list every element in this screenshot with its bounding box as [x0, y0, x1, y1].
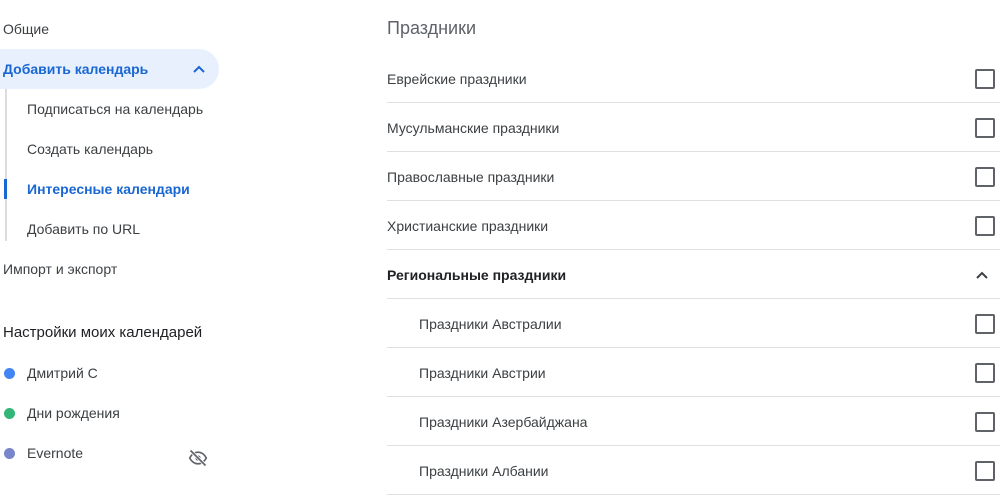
calendar-name: Evernote [27, 445, 84, 461]
checkbox[interactable] [975, 363, 995, 383]
list-item-muslim-holidays[interactable]: Мусульманские праздники [387, 104, 1000, 152]
list-item-label: Мусульманские праздники [387, 120, 560, 136]
checkbox[interactable] [975, 216, 995, 236]
list-item-albania-holidays[interactable]: Праздники Албании [387, 447, 1000, 495]
submenu-active-indicator [4, 179, 7, 199]
list-item-austria-holidays[interactable]: Праздники Австрии [387, 349, 1000, 397]
nav-subscribe-calendar[interactable]: Подписаться на календарь [27, 89, 203, 129]
chevron-up-icon[interactable] [972, 265, 992, 285]
list-item-label: Христианские праздники [387, 218, 549, 234]
nav-import-export-label: Импорт и экспорт [3, 261, 118, 277]
regional-holidays-title: Региональные праздники [387, 267, 567, 283]
regional-holidays-header[interactable]: Региональные праздники [387, 251, 1000, 299]
list-item-label: Праздники Азербайджана [419, 414, 588, 430]
list-item-orthodox-holidays[interactable]: Православные праздники [387, 153, 1000, 201]
visibility-off-icon[interactable] [188, 443, 208, 467]
checkbox[interactable] [975, 412, 995, 432]
nav-add-by-url[interactable]: Добавить по URL [27, 209, 140, 249]
nav-general-label: Общие [3, 21, 50, 37]
calendar-color-dot [4, 448, 15, 459]
calendar-color-dot [4, 368, 15, 379]
list-item-label: Праздники Австрии [419, 365, 546, 381]
nav-add-calendar[interactable]: Добавить календарь [0, 49, 219, 89]
checkbox[interactable] [975, 314, 995, 334]
checkbox[interactable] [975, 167, 995, 187]
list-item-christian-holidays[interactable]: Христианские праздники [387, 202, 1000, 250]
settings-sidebar: Общие Добавить календарь Подписаться на … [0, 0, 240, 500]
calendar-name: Дни рождения [27, 405, 120, 421]
list-item-label: Праздники Австралии [419, 316, 562, 332]
calendar-item-birthdays[interactable]: Дни рождения [0, 393, 230, 433]
checkbox[interactable] [975, 118, 995, 138]
list-item-jewish-holidays[interactable]: Еврейские праздники [387, 55, 1000, 103]
list-item-australia-holidays[interactable]: Праздники Австралии [387, 300, 1000, 348]
nav-interesting-calendars[interactable]: Интересные календари [27, 169, 190, 209]
calendar-item-dmitry[interactable]: Дмитрий С [0, 353, 230, 393]
holidays-panel: Праздники Еврейские праздники Мусульманс… [387, 0, 1000, 500]
nav-add-calendar-label: Добавить календарь [3, 61, 149, 77]
nav-create-calendar[interactable]: Создать календарь [27, 129, 153, 169]
list-item-label: Православные праздники [387, 169, 555, 185]
list-item-label: Еврейские праздники [387, 71, 527, 87]
chevron-up-icon[interactable] [189, 49, 209, 89]
page-title: Праздники [387, 18, 477, 38]
calendar-item-evernote[interactable]: Evernote [0, 433, 230, 473]
checkbox[interactable] [975, 69, 995, 89]
list-item-label: Праздники Албании [419, 463, 549, 479]
checkbox[interactable] [975, 461, 995, 481]
calendar-color-dot [4, 408, 15, 419]
my-calendars-settings-title: Настройки моих календарей [3, 324, 203, 341]
list-item-azerbaijan-holidays[interactable]: Праздники Азербайджана [387, 398, 1000, 446]
calendar-name: Дмитрий С [27, 365, 98, 381]
submenu-guide-line [5, 89, 7, 241]
